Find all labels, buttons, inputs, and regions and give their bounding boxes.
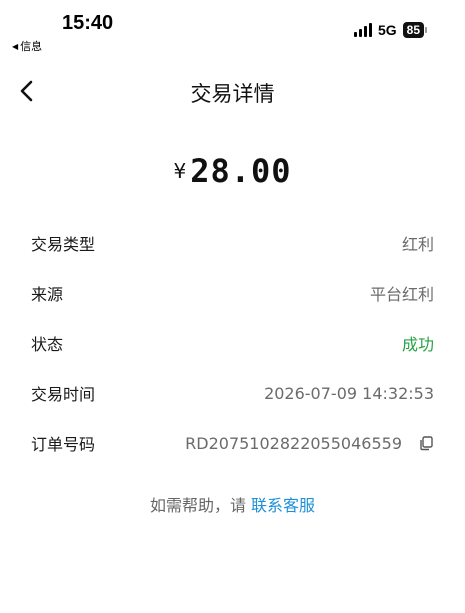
network-type: 5G [377, 22, 397, 38]
detail-list: 交易类型 红利 来源 平台红利 状态 成功 交易时间 2026-07-09 14… [0, 218, 465, 468]
battery-icon: 85 [402, 22, 427, 38]
status-time: 15:40 [62, 12, 114, 34]
detail-label: 来源 [31, 285, 64, 304]
back-app-label: 信息 [20, 40, 43, 53]
order-number-text: RD20751028220550465​59 [185, 433, 402, 453]
back-triangle-icon: ◀ [12, 41, 19, 51]
currency-symbol: ¥ [173, 159, 187, 183]
page-title: 交易详情 [190, 82, 275, 106]
help-prefix: 如需帮助，请 [149, 496, 246, 515]
detail-value: 2026-07-09 14:32:53 [264, 383, 434, 403]
signal-icon [353, 23, 372, 37]
status-value: 成功 [401, 335, 434, 354]
detail-row-type: 交易类型 红利 [0, 218, 465, 268]
detail-row-status: 状态 成功 [0, 318, 465, 368]
detail-value: 红利 [401, 235, 434, 254]
detail-value: 平台红利 [369, 285, 434, 304]
navigation-bar: 交易详情 [0, 72, 465, 112]
detail-label: 交易时间 [31, 385, 96, 404]
detail-label: 交易类型 [31, 235, 96, 254]
detail-label: 订单号码 [31, 435, 96, 454]
detail-row-time: 交易时间 2026-07-09 14:32:53 [0, 368, 465, 418]
contact-support-link[interactable]: 联系客服 [251, 496, 315, 515]
status-bar: 15:40 ◀ 信息 5G 85 [0, 0, 465, 60]
back-to-app-link[interactable]: ◀ 信息 [12, 38, 42, 54]
help-text: 如需帮助，请 联系客服 [0, 492, 465, 516]
status-indicators: 5G 85 [353, 22, 427, 38]
detail-row-source: 来源 平台红利 [0, 268, 465, 318]
copy-icon[interactable] [418, 435, 434, 451]
detail-label: 状态 [31, 335, 64, 354]
detail-row-order-number: 订单号码 RD20751028220550465​59 [0, 418, 465, 468]
transaction-amount: ¥28.00 [0, 152, 465, 190]
amount-value: 28.00 [190, 152, 292, 190]
battery-level: 85 [402, 22, 424, 38]
order-number-value: RD20751028220550465​59 [185, 434, 434, 453]
